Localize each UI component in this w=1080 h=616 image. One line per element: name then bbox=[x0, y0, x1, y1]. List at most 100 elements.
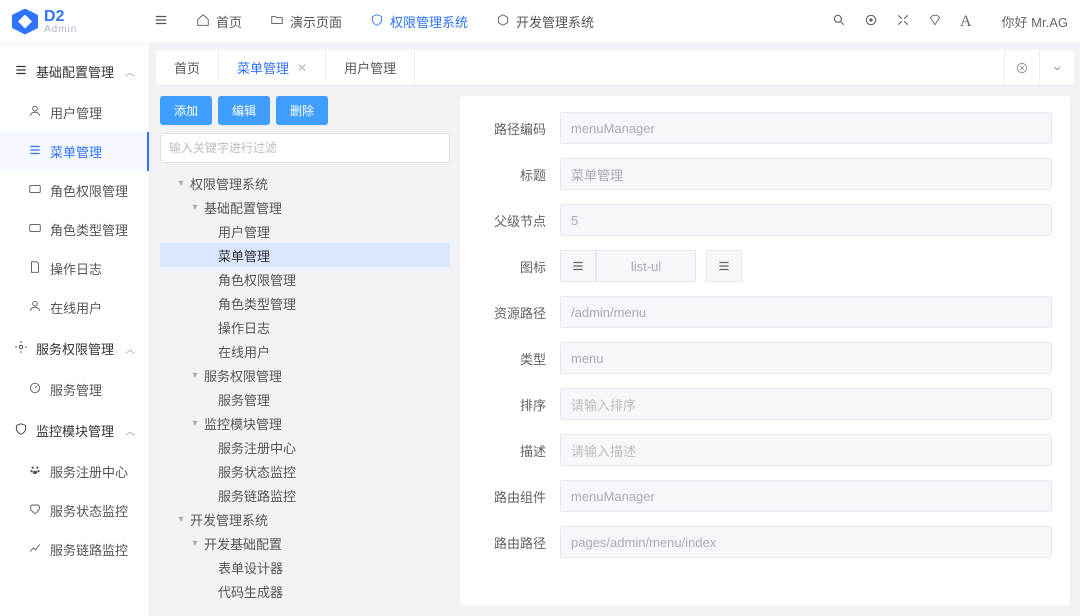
list-icon bbox=[14, 63, 28, 80]
tree-node[interactable]: 服务管理 bbox=[160, 387, 450, 411]
tree-node-label: 操作日志 bbox=[216, 318, 270, 337]
sidebar-item[interactable]: 服务链路监控 bbox=[0, 530, 149, 569]
tree-node[interactable]: 菜单管理 bbox=[160, 243, 450, 267]
tree-node[interactable]: ▾开发基础配置 bbox=[160, 531, 450, 555]
title-input[interactable]: 菜单管理 bbox=[560, 158, 1052, 190]
tree-node[interactable]: 在线用户 bbox=[160, 339, 450, 363]
sidebar-item[interactable]: 服务状态监控 bbox=[0, 491, 149, 530]
sidebar-item[interactable]: 服务注册中心 bbox=[0, 452, 149, 491]
sidebar-item[interactable]: 角色类型管理 bbox=[0, 210, 149, 249]
topnav-label: 首页 bbox=[216, 12, 242, 31]
topnav-item[interactable]: 首页 bbox=[182, 0, 256, 44]
file-icon bbox=[28, 260, 42, 277]
route-path-label: 路由路径 bbox=[478, 533, 560, 552]
route-comp-label: 路由组件 bbox=[478, 487, 560, 506]
caret-icon: ▾ bbox=[188, 418, 202, 429]
topnav: 首页 演示页面权限管理系统开发管理系统 bbox=[182, 0, 608, 44]
filter-input[interactable] bbox=[160, 133, 450, 163]
tab-dropdown-icon[interactable] bbox=[1039, 50, 1074, 85]
font-icon[interactable]: A bbox=[960, 13, 972, 31]
desc-input[interactable]: 请输入描述 bbox=[560, 434, 1052, 466]
tree-node-label: 监控模块管理 bbox=[202, 414, 282, 433]
tree-node-label: 权限管理系统 bbox=[188, 174, 268, 193]
logo[interactable]: D2 Admin bbox=[12, 9, 140, 35]
tree-node-label: 在线用户 bbox=[216, 342, 270, 361]
caret-icon: ▾ bbox=[174, 514, 188, 525]
route-path-input[interactable]: pages/admin/menu/index bbox=[560, 526, 1052, 558]
sidebar-group[interactable]: 服务权限管理︿ bbox=[0, 327, 149, 370]
sidebar-group-label: 服务权限管理 bbox=[36, 339, 114, 358]
path-code-input[interactable]: menuManager bbox=[560, 112, 1052, 144]
tree-node[interactable]: 操作日志 bbox=[160, 315, 450, 339]
icon-picker[interactable]: list-ul bbox=[560, 250, 742, 282]
tabs-bar: 首页菜单管理✕用户管理 bbox=[156, 50, 1074, 86]
icon-value: list-ul bbox=[596, 250, 696, 282]
tab[interactable]: 菜单管理✕ bbox=[219, 50, 326, 85]
tree-node[interactable]: 服务链路监控 bbox=[160, 483, 450, 507]
caret-icon: ▾ bbox=[188, 370, 202, 381]
route-comp-input[interactable]: menuManager bbox=[560, 480, 1052, 512]
search-icon[interactable] bbox=[832, 13, 846, 30]
tree-node[interactable]: 表单设计器 bbox=[160, 555, 450, 579]
logo-text-admin: Admin bbox=[44, 25, 77, 35]
sidebar-item-label: 服务链路监控 bbox=[50, 540, 128, 559]
sidebar-item[interactable]: 操作日志 bbox=[0, 249, 149, 288]
tab[interactable]: 首页 bbox=[156, 50, 219, 85]
icon-prefix-icon[interactable] bbox=[560, 250, 596, 282]
tree-node[interactable]: ▾权限管理系统 bbox=[160, 171, 450, 195]
desc-label: 描述 bbox=[478, 441, 560, 460]
chart-icon bbox=[28, 541, 42, 558]
topnav-item[interactable]: 开发管理系统 bbox=[482, 0, 608, 44]
sidebar-item[interactable]: 用户管理 bbox=[0, 93, 149, 132]
sidebar-item[interactable]: 角色权限管理 bbox=[0, 171, 149, 210]
tree-node[interactable]: 代码生成器 bbox=[160, 579, 450, 603]
tree-node-label: 开发基础配置 bbox=[202, 534, 282, 553]
tree-node[interactable]: 用户管理 bbox=[160, 219, 450, 243]
icon-label: 图标 bbox=[478, 257, 560, 276]
hello-text[interactable]: 你好 Mr.AG bbox=[1002, 12, 1068, 31]
logo-icon bbox=[12, 9, 38, 35]
edit-button[interactable]: 编辑 bbox=[218, 96, 270, 125]
fullscreen-icon[interactable] bbox=[896, 13, 910, 30]
add-button[interactable]: 添加 bbox=[160, 96, 212, 125]
tree-node[interactable]: 服务状态监控 bbox=[160, 459, 450, 483]
delete-button[interactable]: 删除 bbox=[276, 96, 328, 125]
user-icon bbox=[28, 104, 42, 121]
type-select[interactable]: menu bbox=[560, 342, 1052, 374]
tree-node-label: 角色类型管理 bbox=[216, 294, 296, 313]
close-icon[interactable]: ✕ bbox=[297, 61, 307, 75]
tree-node[interactable]: ▾监控模块管理 bbox=[160, 411, 450, 435]
parent-input[interactable]: 5 bbox=[560, 204, 1052, 236]
res-path-input[interactable]: /admin/menu bbox=[560, 296, 1052, 328]
toolbar: 添加 编辑 删除 bbox=[160, 96, 450, 125]
sidebar-item[interactable]: 服务管理 bbox=[0, 370, 149, 409]
sidebar-item[interactable]: 菜单管理 bbox=[0, 132, 149, 171]
id-icon bbox=[28, 182, 42, 199]
target-icon[interactable] bbox=[864, 13, 878, 30]
sidebar-item-label: 角色类型管理 bbox=[50, 220, 128, 239]
topnav-item[interactable]: 权限管理系统 bbox=[356, 0, 482, 44]
home-icon bbox=[196, 13, 210, 30]
logo-text-d2: D2 bbox=[44, 9, 77, 25]
sidebar-group[interactable]: 基础配置管理︿ bbox=[0, 50, 149, 93]
tree-node[interactable]: ▾服务权限管理 bbox=[160, 363, 450, 387]
tab-close-all-icon[interactable] bbox=[1004, 50, 1039, 85]
sidebar: 基础配置管理︿用户管理菜单管理角色权限管理角色类型管理操作日志在线用户服务权限管… bbox=[0, 44, 150, 616]
topnav-label: 演示页面 bbox=[290, 12, 342, 31]
tab[interactable]: 用户管理 bbox=[326, 50, 415, 85]
tree-node[interactable]: 角色类型管理 bbox=[160, 291, 450, 315]
sidebar-group[interactable]: 监控模块管理︿ bbox=[0, 409, 149, 452]
icon-suffix-icon[interactable] bbox=[706, 250, 742, 282]
res-path-label: 资源路径 bbox=[478, 303, 560, 322]
tree-node[interactable]: ▾开发管理系统 bbox=[160, 507, 450, 531]
tree-node[interactable]: 角色权限管理 bbox=[160, 267, 450, 291]
tree-node[interactable]: ▾基础配置管理 bbox=[160, 195, 450, 219]
sidebar-item[interactable]: 在线用户 bbox=[0, 288, 149, 327]
hex-icon bbox=[496, 13, 510, 30]
menu-toggle-icon[interactable] bbox=[154, 13, 168, 30]
topnav-item[interactable]: 演示页面 bbox=[256, 0, 356, 44]
tree-node[interactable]: 服务注册中心 bbox=[160, 435, 450, 459]
order-input[interactable]: 请输入排序 bbox=[560, 388, 1052, 420]
tree-node-label: 服务状态监控 bbox=[216, 462, 296, 481]
diamond-icon[interactable] bbox=[928, 13, 942, 30]
